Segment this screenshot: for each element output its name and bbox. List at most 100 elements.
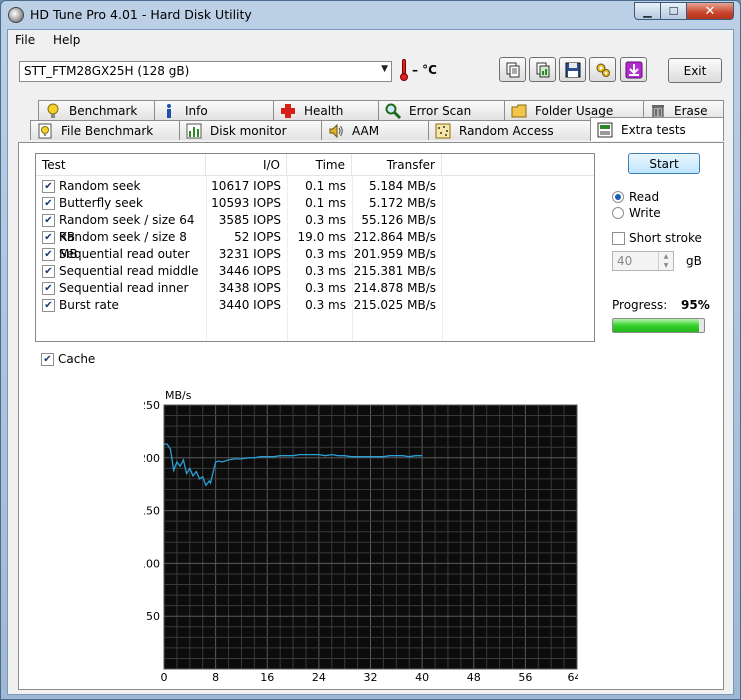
tab-label: Info <box>185 103 208 118</box>
row-checkbox[interactable]: ✔ <box>42 265 55 278</box>
save-button[interactable] <box>559 57 586 82</box>
drive-select[interactable]: STT_FTM28GX25H (128 gB) ▼ <box>19 61 392 82</box>
table-row[interactable]: ✔ Burst rate 3440 IOPS 0.3 ms 215.025 MB/s <box>36 297 594 314</box>
tab-benchmark[interactable]: Benchmark <box>38 100 155 120</box>
cell-test: Butterfly seek <box>59 196 144 210</box>
y-tick-label: 100 <box>144 557 160 570</box>
column-header-transfer[interactable]: Transfer <box>352 154 442 176</box>
cell-transfer: 201.959 MB/s <box>353 247 436 261</box>
write-radio[interactable] <box>612 207 624 219</box>
cell-io: 52 IOPS <box>234 230 281 244</box>
tab-health[interactable]: Health <box>273 100 379 120</box>
title-bar[interactable]: HD Tune Pro 4.01 - Hard Disk Utility ▁ ☐… <box>1 1 740 29</box>
red-cross-icon <box>281 103 295 118</box>
tab-random-access[interactable]: Random Access <box>428 120 591 140</box>
x-tick-label: 48 <box>467 671 481 683</box>
short-stroke-unit: gB <box>686 254 702 268</box>
y-tick-label: 200 <box>144 452 160 465</box>
row-checkbox[interactable]: ✔ <box>42 299 55 312</box>
tab-label: Disk monitor <box>210 123 287 138</box>
column-header-test[interactable]: Test <box>36 154 206 176</box>
copy-screenshot-button[interactable] <box>529 57 556 82</box>
cell-time: 0.3 ms <box>305 213 346 227</box>
menu-help[interactable]: Help <box>53 33 80 47</box>
copy-info-button[interactable] <box>499 57 526 82</box>
window-title: HD Tune Pro 4.01 - Hard Disk Utility <box>30 7 252 22</box>
tab-label: Health <box>304 103 344 118</box>
cell-test: Burst rate <box>59 298 119 312</box>
cell-transfer: 215.381 MB/s <box>353 264 436 278</box>
temperature-readout: – °C <box>412 63 437 77</box>
close-button[interactable]: ✕ <box>687 2 734 20</box>
table-row[interactable]: ✔ Random seek / size 8 MB 52 IOPS 19.0 ms 21… <box>36 229 594 261</box>
tab-info[interactable]: Info <box>154 100 274 120</box>
read-radio[interactable] <box>612 191 624 203</box>
options-button[interactable] <box>589 57 616 82</box>
lightbulb-icon <box>47 103 59 118</box>
tab-file-benchmark[interactable]: File Benchmark <box>30 120 180 140</box>
cell-test: Random seek / size 64 KB <box>59 213 195 244</box>
table-row[interactable]: ✔ Random seek 10617 IOPS 0.1 ms 5.184 MB/s <box>36 178 594 195</box>
cell-time: 0.3 ms <box>305 264 346 278</box>
tab-aam[interactable]: AAM <box>321 120 429 140</box>
short-stroke-size-value: 40 <box>617 254 633 268</box>
cell-io: 3438 IOPS <box>218 281 281 295</box>
maximize-button[interactable]: ☐ <box>661 2 687 20</box>
start-button[interactable]: Start <box>628 153 700 174</box>
x-tick-label: 0 <box>161 671 168 683</box>
progress-value: 95% <box>681 298 710 312</box>
tab-disk-monitor[interactable]: Disk monitor <box>179 120 322 140</box>
cell-time: 0.3 ms <box>305 298 346 312</box>
row-checkbox[interactable]: ✔ <box>42 231 55 244</box>
table-row[interactable]: ✔ Random seek / size 64 KB 3585 IOPS 0.3 ms… <box>36 212 594 244</box>
tab-error-scan[interactable]: Error Scan <box>378 100 505 120</box>
column-header-time[interactable]: Time <box>287 154 352 176</box>
row-checkbox[interactable]: ✔ <box>42 214 55 227</box>
minimize-button[interactable]: ▁ <box>634 2 661 20</box>
cache-checkbox[interactable]: ✔ <box>41 353 54 366</box>
row-checkbox[interactable]: ✔ <box>42 248 55 261</box>
cell-test: Random seek <box>59 179 141 193</box>
tab-extra-tests[interactable]: Extra tests <box>590 117 724 141</box>
table-row[interactable]: ✔ Sequential read inner 3438 IOPS 0.3 ms 214… <box>36 280 594 297</box>
magnifier-icon <box>385 103 401 119</box>
row-checkbox[interactable]: ✔ <box>42 180 55 193</box>
thermometer-icon <box>400 59 408 81</box>
arrow-down-icon <box>625 61 642 78</box>
row-checkbox[interactable]: ✔ <box>42 197 55 210</box>
spinner-arrows-icon[interactable]: ▲ ▼ <box>658 252 673 270</box>
cell-io: 3231 IOPS <box>218 247 281 261</box>
download-update-button[interactable] <box>620 57 647 82</box>
tab-label: Extra tests <box>621 122 686 137</box>
extra-tests-panel: Test I/O Time Transfer ✔ Random seek 10617… <box>18 142 724 690</box>
window-controls: ▁ ☐ ✕ <box>634 2 734 20</box>
table-row[interactable]: ✔ Butterfly seek 10593 IOPS 0.1 ms 5.172 MB/… <box>36 195 594 212</box>
table-row[interactable]: ✔ Sequential read outer 3231 IOPS 0.3 ms 201… <box>36 246 594 263</box>
toolbar: STT_FTM28GX25H (128 gB) ▼ – °C Exit <box>8 54 733 94</box>
tab-label: Error Scan <box>409 103 472 118</box>
folder-icon <box>511 104 527 117</box>
tab-label: Random Access <box>459 123 554 138</box>
row-checkbox[interactable]: ✔ <box>42 282 55 295</box>
read-label: Read <box>629 190 660 204</box>
column-header-io[interactable]: I/O <box>206 154 287 176</box>
cell-transfer: 5.172 MB/s <box>368 196 436 210</box>
cell-io: 3440 IOPS <box>218 298 281 312</box>
cell-transfer: 215.025 MB/s <box>353 298 436 312</box>
table-row[interactable]: ✔ Sequential read middle 3446 IOPS 0.3 ms 21… <box>36 263 594 280</box>
short-stroke-checkbox[interactable] <box>612 232 625 245</box>
menu-file[interactable]: File <box>15 33 35 47</box>
drive-select-value: STT_FTM28GX25H (128 gB) <box>24 64 190 78</box>
cell-transfer: 214.878 MB/s <box>353 281 436 295</box>
hd-tune-app-icon <box>8 7 24 23</box>
minimize-icon: ▁ <box>643 4 652 18</box>
exit-button[interactable]: Exit <box>668 58 722 83</box>
client-area: File Help STT_FTM28GX25H (128 gB) ▼ – °C <box>7 29 734 695</box>
short-stroke-label: Short stroke <box>629 231 702 245</box>
short-stroke-size-input[interactable]: 40 ▲ ▼ <box>612 251 674 271</box>
x-tick-label: 24 <box>312 671 326 683</box>
cell-io: 10593 IOPS <box>211 196 281 210</box>
x-tick-label: 16 <box>260 671 274 683</box>
x-tick-label: 8 <box>212 671 219 683</box>
speaker-icon <box>329 123 343 138</box>
